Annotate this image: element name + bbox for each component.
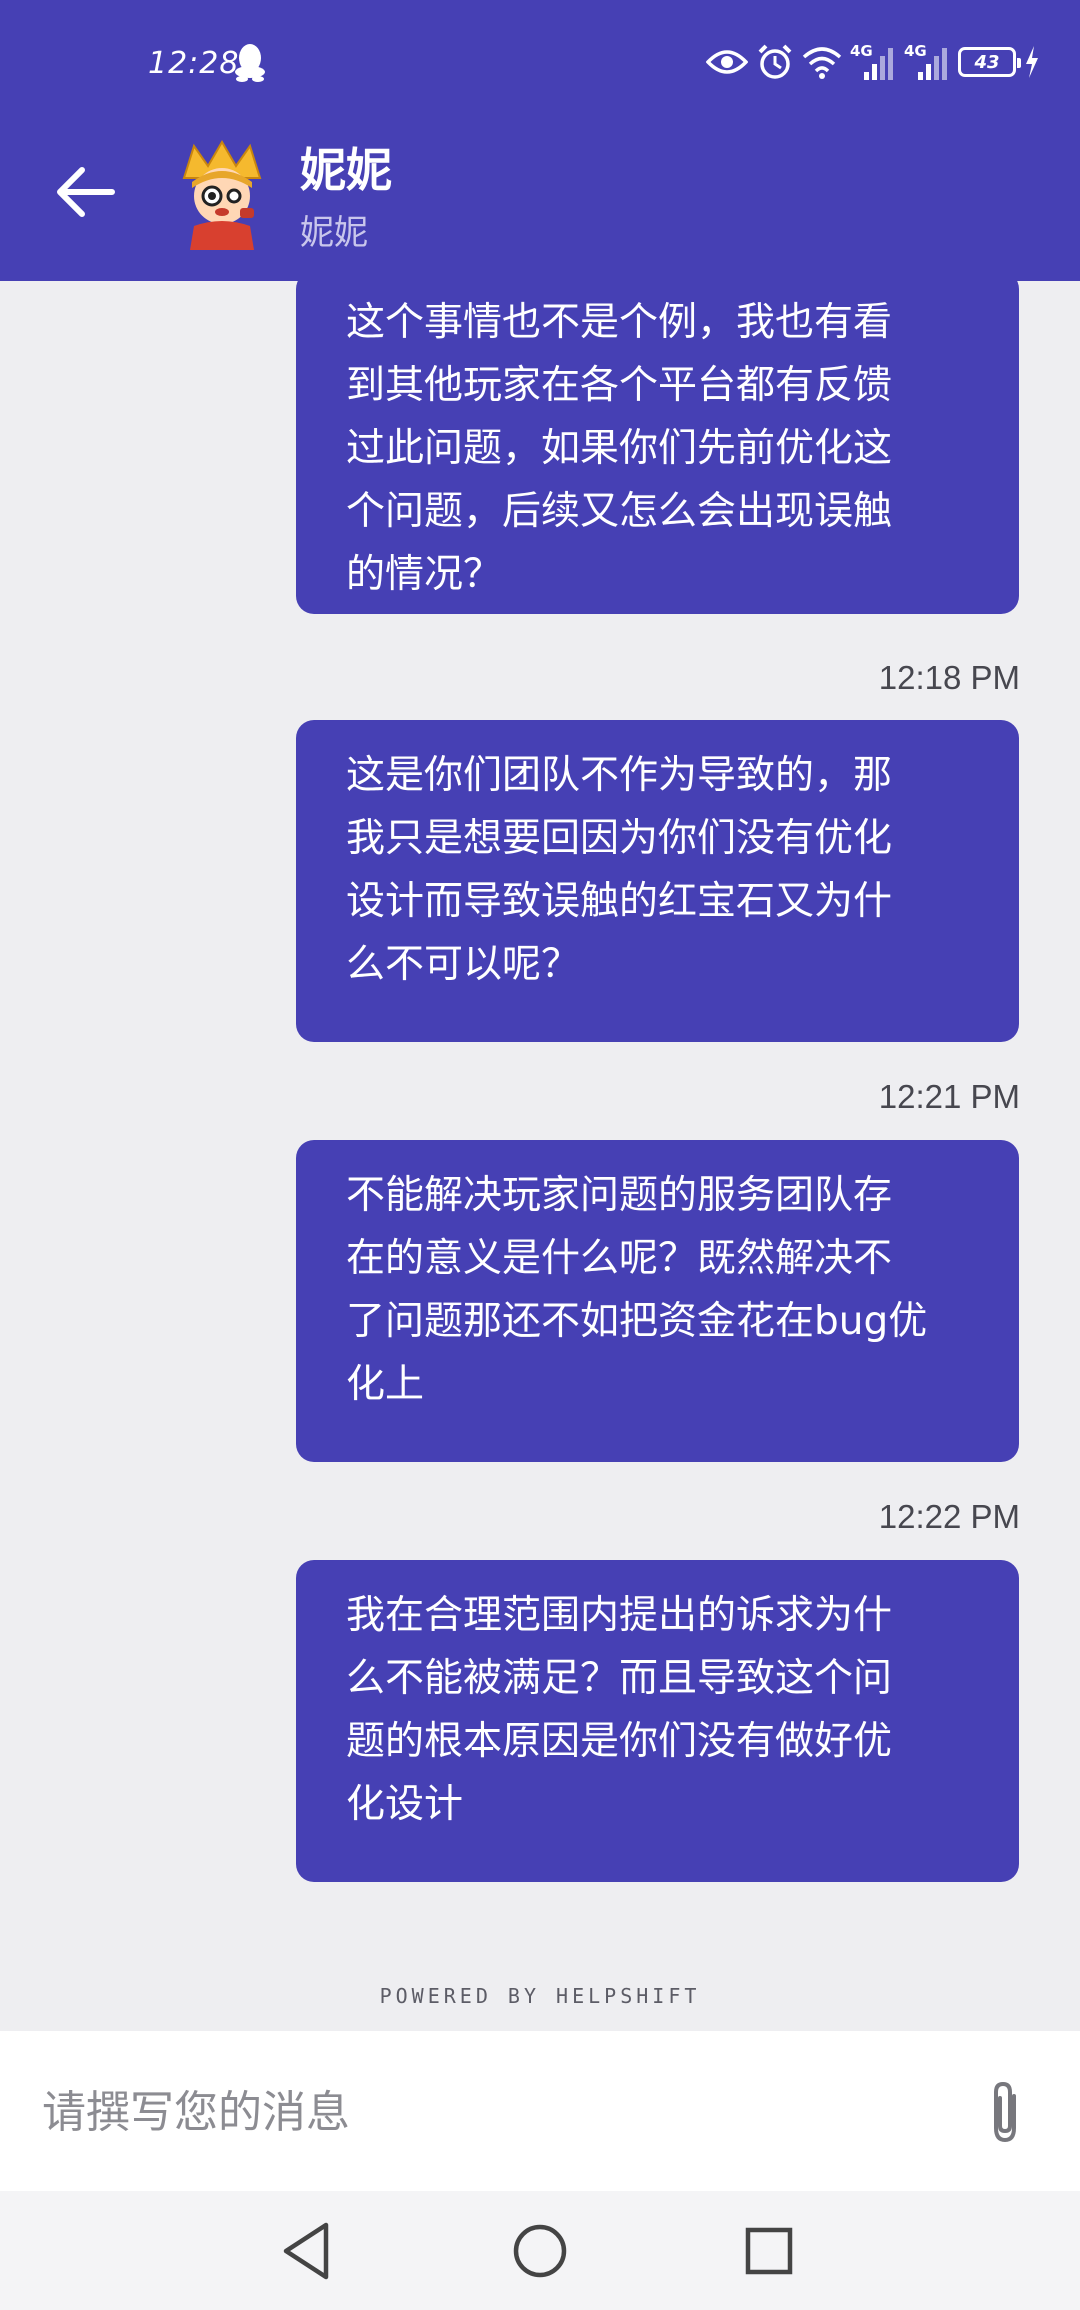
message-input[interactable] [40,2076,924,2148]
message-timestamp: 12:21 PM [878,1078,1020,1115]
powered-by-label: POWERED BY HELPSHIFT [379,1984,701,2008]
contact-subtitle: 妮妮 [300,213,368,253]
message-timestamp: 12:18 PM [878,659,1020,696]
signal-bars-icon [864,48,893,80]
message-line: 化设计 [346,1782,464,1827]
message-line: 个问题，后续又怎么会出现误触 [346,489,893,534]
message-line: 设计而导致误触的红宝石又为什 [346,879,893,924]
contact-name: 妮妮 [300,143,392,197]
message-bubble[interactable]: 我在合理范围内提出的诉求为什 么不能被满足？而且导致这个问 题的根本原因是你们没… [296,1560,1019,1882]
message-line: 不能解决玩家问题的服务团队存 [346,1173,893,1218]
message-bubble[interactable]: 这是你们团队不作为导致的，那 我只是想要回因为你们没有优化 设计而导致误触的红宝… [296,720,1019,1042]
charging-icon [1026,46,1038,78]
message-timestamp: 12:22 PM [878,1498,1020,1535]
battery-indicator: 43 [958,47,1021,77]
signal-2: 4G [904,42,950,82]
paperclip-icon[interactable] [978,2078,1032,2148]
message-line: 的情况？ [346,552,503,597]
battery-level: 43 [974,51,1000,73]
nav-recents-icon[interactable] [733,2215,805,2287]
nav-back-icon[interactable] [272,2215,344,2287]
message-line: 在的意义是什么呢？既然解决不 [346,1236,893,1281]
system-nav-bar [0,2191,1080,2310]
message-line: 这个事情也不是个例，我也有看 [346,300,893,345]
message-line: 么不能被满足？而且导致这个问 [346,1656,893,1701]
message-line: 题的根本原因是你们没有做好优 [346,1719,893,1764]
message-composer [0,2031,1080,2191]
message-line: 过此问题，如果你们先前优化这 [346,426,893,471]
message-line: 我在合理范围内提出的诉求为什 [346,1593,893,1638]
status-time: 12:28 [148,46,240,81]
qq-notification-icon [235,44,265,82]
avatar[interactable] [178,138,266,250]
chat-thread[interactable]: 这个事情也不是个例，我也有看 到其他玩家在各个平台都有反馈 过此问题，如果你们先… [0,281,1080,2031]
alarm-icon [758,44,792,79]
eye-icon [706,50,748,74]
app-bar: 12:28 4G 4G 43 妮妮 妮妮 [0,0,1080,281]
status-icons: 4G 4G 43 [706,40,1040,84]
message-line: 这是你们团队不作为导致的，那 [346,753,893,798]
wifi-icon [802,47,842,79]
message-line: 到其他玩家在各个平台都有反馈 [346,363,893,408]
message-line: 化上 [346,1362,425,1407]
message-bubble[interactable]: 不能解决玩家问题的服务团队存 在的意义是什么呢？既然解决不 了问题那还不如把资金… [296,1140,1019,1462]
message-bubble[interactable]: 这个事情也不是个例，我也有看 到其他玩家在各个平台都有反馈 过此问题，如果你们先… [296,281,1019,614]
back-arrow-icon[interactable] [50,160,120,224]
message-line: 我只是想要回因为你们没有优化 [346,816,893,861]
signal-bars-icon [918,48,947,80]
message-line: 么不可以呢？ [346,942,581,987]
message-line: 了问题那还不如把资金花在bug优 [346,1299,928,1344]
nav-home-icon[interactable] [504,2215,576,2287]
signal-1: 4G [850,42,896,82]
